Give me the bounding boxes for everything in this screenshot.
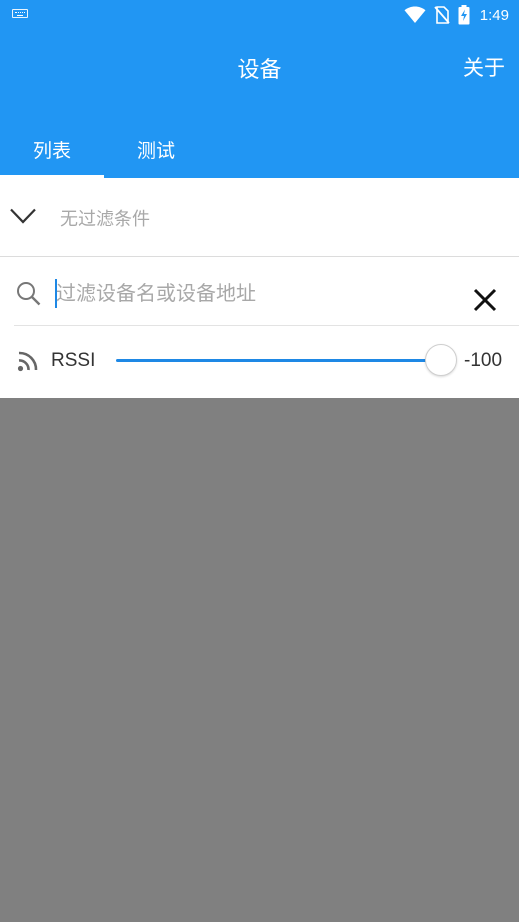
app-bar: 设备 关于 列表 测试 (0, 30, 519, 178)
status-bar: 1:49 (0, 0, 519, 30)
tab-bar: 列表 测试 (0, 120, 519, 178)
filter-panel: 无过滤条件 RSSI -100 (0, 178, 519, 398)
rssi-slider-thumb[interactable] (425, 344, 457, 376)
tab-test[interactable]: 测试 (104, 120, 208, 178)
search-input[interactable] (54, 276, 451, 310)
keyboard-icon (12, 9, 28, 18)
text-caret (55, 279, 57, 308)
close-icon[interactable] (472, 287, 498, 313)
search-row (0, 258, 519, 326)
rssi-value: -100 (464, 350, 503, 371)
no-sim-icon (434, 6, 450, 24)
status-time: 1:49 (479, 6, 509, 24)
filter-summary: 无过滤条件 (60, 209, 150, 230)
wifi-icon (404, 6, 426, 23)
rssi-label: RSSI (51, 350, 96, 371)
rssi-row: RSSI -100 (0, 326, 519, 398)
chevron-down-icon (10, 208, 36, 224)
rssi-slider-track[interactable] (116, 359, 440, 362)
search-icon (17, 282, 41, 306)
filter-toggle[interactable]: 无过滤条件 (0, 178, 519, 257)
status-icons: 1:49 (404, 4, 509, 26)
dimmed-overlay[interactable] (0, 398, 519, 922)
page-title: 设备 (237, 58, 282, 83)
tab-list[interactable]: 列表 (0, 120, 104, 178)
battery-charging-icon (458, 5, 470, 25)
rss-feed-icon (17, 351, 38, 372)
about-button[interactable]: 关于 (463, 52, 505, 82)
